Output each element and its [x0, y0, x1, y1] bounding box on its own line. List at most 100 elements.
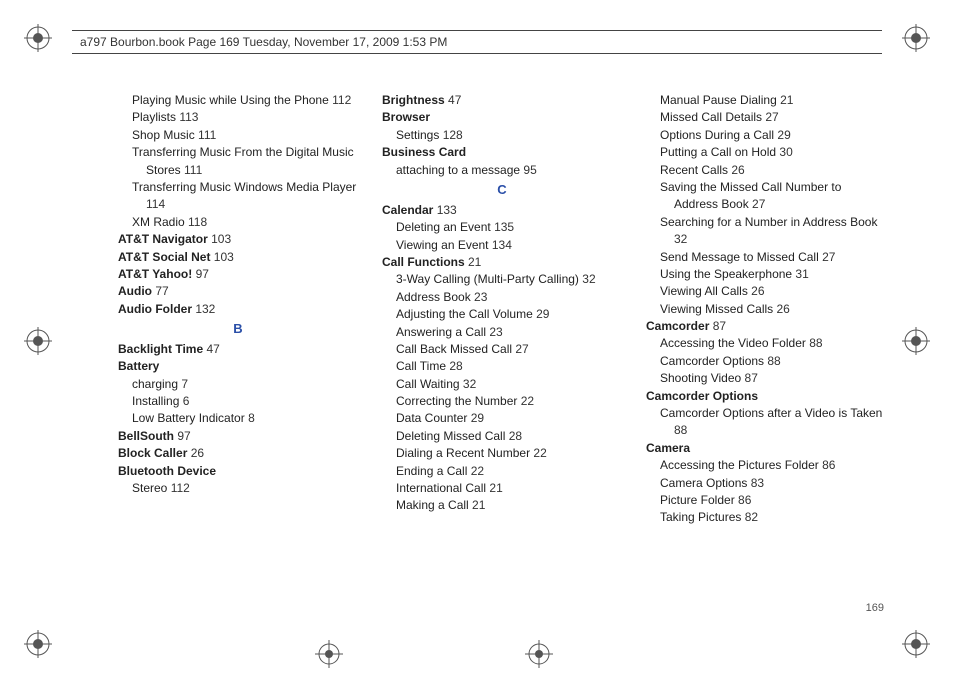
index-entry-label: Settings — [396, 128, 439, 142]
index-entry-page: 118 — [185, 215, 207, 229]
index-entry-page: 88 — [674, 423, 687, 437]
crop-mark-icon — [24, 630, 52, 658]
index-entry-label: Installing — [132, 394, 179, 408]
index-entry-label: Adjusting the Call Volume — [396, 307, 533, 321]
index-entry-label: Putting a Call on Hold — [660, 145, 776, 159]
index-entry: Saving the Missed Call Number to Address… — [660, 179, 886, 214]
index-entry-page: 97 — [174, 429, 191, 443]
index-entry-label: Recent Calls — [660, 163, 728, 177]
index-entry-label: Shop Music — [132, 128, 195, 142]
index-entry: Missed Call Details 27 — [660, 109, 886, 126]
index-entry: Camcorder Options — [646, 388, 886, 405]
index-entry-label: Block Caller — [118, 446, 187, 460]
index-entry: Settings 128 — [396, 127, 622, 144]
doc-header-text: a797 Bourbon.book Page 169 Tuesday, Nove… — [80, 35, 447, 49]
index-entry-label: Camcorder — [646, 319, 709, 333]
index-entry: Call Functions 21 — [382, 254, 622, 271]
index-entry: Call Back Missed Call 27 — [396, 341, 622, 358]
index-entry-page: 113 — [176, 110, 198, 124]
index-entry-label: Backlight Time — [118, 342, 203, 356]
index-entry-page: 6 — [179, 394, 189, 408]
index-entry-page: 86 — [735, 493, 752, 507]
index-entry: Backlight Time 47 — [118, 341, 358, 358]
crop-mark-icon — [24, 327, 52, 355]
index-entry-label: Viewing All Calls — [660, 284, 748, 298]
index-entry: AT&T Navigator 103 — [118, 231, 358, 248]
index-entry-label: Viewing an Event — [396, 238, 489, 252]
crop-mark-icon — [902, 24, 930, 52]
index-entry-label: Call Back Missed Call — [396, 342, 512, 356]
index-entry: AT&T Social Net 103 — [118, 249, 358, 266]
index-entry-label: Calendar — [382, 203, 433, 217]
index-entry: AT&T Yahoo! 97 — [118, 266, 358, 283]
index-entry-label: Playlists — [132, 110, 176, 124]
index-entry-label: Send Message to Missed Call — [660, 250, 819, 264]
page-number: 169 — [866, 602, 884, 614]
index-entry: Business Card — [382, 144, 622, 161]
index-entry-page: 111 — [181, 163, 203, 177]
index-entry-page: 87 — [741, 371, 758, 385]
index-entry-page: 83 — [747, 476, 764, 490]
index-entry-label: Address Book — [396, 290, 471, 304]
index-entry-page: 26 — [773, 302, 790, 316]
index-entry-label: charging — [132, 377, 178, 391]
index-entry-label: Ending a Call — [396, 464, 467, 478]
index-entry-page: 30 — [776, 145, 793, 159]
index-entry-page: 47 — [203, 342, 220, 356]
crop-mark-icon — [315, 640, 343, 668]
index-entry: Viewing Missed Calls 26 — [660, 301, 886, 318]
index-entry-label: Brightness — [382, 93, 445, 107]
index-entry: charging 7 — [132, 376, 358, 393]
index-entry: Camcorder Options after a Video is Taken… — [660, 405, 886, 440]
index-entry-page: 32 — [674, 232, 687, 246]
index-entry: Camera — [646, 440, 886, 457]
index-entry: Call Waiting 32 — [396, 376, 622, 393]
index-entry-label: Camcorder Options — [660, 354, 764, 368]
index-entry-label: Deleting Missed Call — [396, 429, 505, 443]
index-entry-page: 21 — [469, 498, 486, 512]
index-entry: Accessing the Pictures Folder 86 — [660, 457, 886, 474]
index-entry-page: 23 — [486, 325, 503, 339]
index-entry: Block Caller 26 — [118, 445, 358, 462]
index-entry-page: 22 — [517, 394, 534, 408]
index-entry-label: 3-Way Calling (Multi-Party Calling) — [396, 272, 579, 286]
index-entry-label: Data Counter — [396, 411, 467, 425]
index-entry: 3-Way Calling (Multi-Party Calling) 32 — [396, 271, 622, 288]
index-entry-page: 22 — [530, 446, 547, 460]
index-entry-page: 27 — [749, 197, 766, 211]
index-entry-label: Transferring Music Windows Media Player — [132, 180, 356, 194]
index-entry: Stereo 112 — [132, 480, 358, 497]
index-entry-label: Picture Folder — [660, 493, 735, 507]
index-entry: Low Battery Indicator 8 — [132, 410, 358, 427]
index-entry-page: 134 — [489, 238, 512, 252]
index-entry: Making a Call 21 — [396, 497, 622, 514]
index-entry: Adjusting the Call Volume 29 — [396, 306, 622, 323]
index-entry-page: 82 — [741, 510, 758, 524]
index-entry-label: attaching to a message — [396, 163, 520, 177]
index-entry-label: Options During a Call — [660, 128, 774, 142]
index-entry: Camcorder Options 88 — [660, 353, 886, 370]
index-entry-page: 47 — [445, 93, 462, 107]
index-entry: Installing 6 — [132, 393, 358, 410]
index-entry-label: Correcting the Number — [396, 394, 517, 408]
index-entry-page: 28 — [505, 429, 522, 443]
index-entry-page: 21 — [486, 481, 503, 495]
index-entry-page: 29 — [533, 307, 550, 321]
index-entry-label: Battery — [118, 359, 159, 373]
index-entry: Playlists 113 — [132, 109, 358, 126]
index-entry-page: 22 — [467, 464, 484, 478]
index-entry-page: 21 — [777, 93, 794, 107]
index-entry: Address Book 23 — [396, 289, 622, 306]
index-entry: Answering a Call 23 — [396, 324, 622, 341]
index-entry: Putting a Call on Hold 30 — [660, 144, 886, 161]
index-entry: Data Counter 29 — [396, 410, 622, 427]
index-entry-label: Accessing the Pictures Folder — [660, 458, 819, 472]
crop-mark-icon — [525, 640, 553, 668]
index-entry-label: Call Time — [396, 359, 446, 373]
index-entry: Camera Options 83 — [660, 475, 886, 492]
index-entry-page: 32 — [460, 377, 477, 391]
index-entry: Ending a Call 22 — [396, 463, 622, 480]
index-entry-page: 26 — [748, 284, 765, 298]
index-entry-label: Transferring Music From the Digital Musi… — [132, 145, 354, 176]
index-entry: Audio Folder 132 — [118, 301, 358, 318]
